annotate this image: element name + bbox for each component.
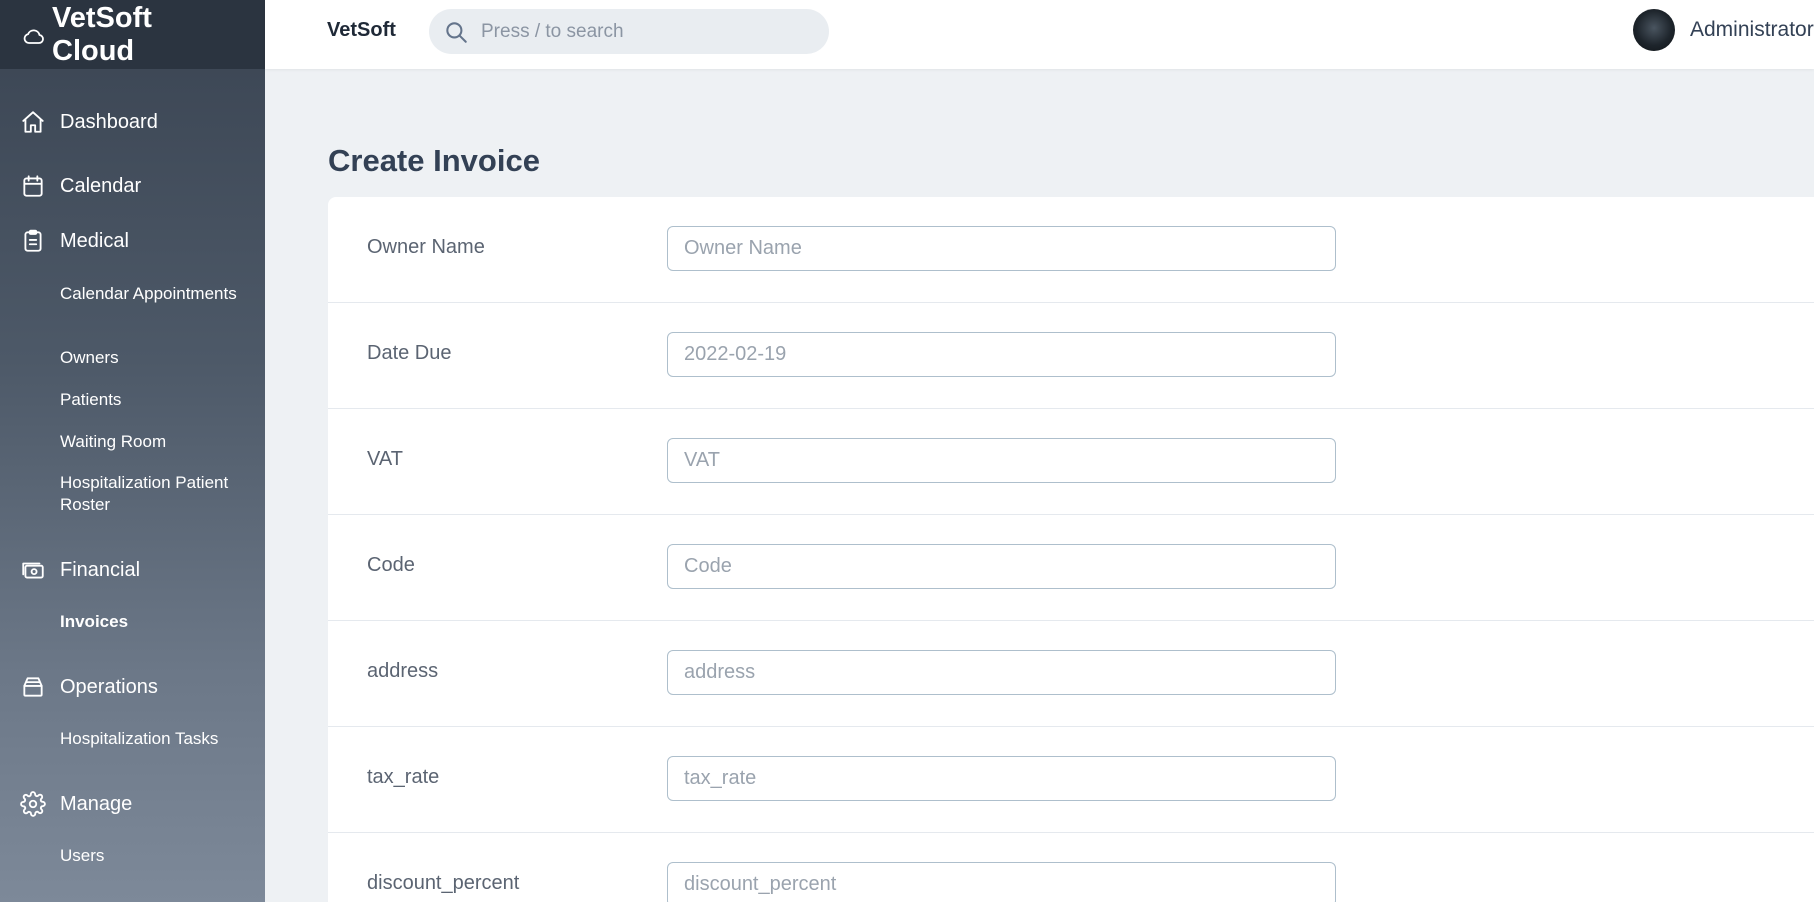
form-row-date-due: Date Due — [328, 303, 1814, 409]
code-input[interactable] — [667, 544, 1336, 589]
search-icon — [446, 21, 467, 43]
top-bar: VetSoft Administrator — [265, 0, 1814, 69]
field-label: Code — [367, 554, 415, 576]
field-label: address — [367, 660, 439, 682]
sidebar-item-users[interactable]: Users — [60, 845, 250, 867]
brand-name: VetSoft Cloud — [52, 1, 152, 67]
create-invoice-form: Owner Name Date Due VAT Code address tax… — [328, 197, 1814, 902]
sidebar-item-patients[interactable]: Patients — [60, 389, 250, 411]
sidebar-item-medical[interactable]: Medical — [0, 221, 265, 261]
sidebar: VetSoft Cloud Dashboard Calendar Medical… — [0, 0, 265, 902]
sidebar-item-label: Dashboard — [60, 110, 158, 133]
sidebar-item-hospitalization-patient-roster[interactable]: Hospitalization Patient Roster — [60, 472, 250, 516]
sidebar-item-calendar[interactable]: Calendar — [0, 166, 265, 206]
sidebar-item-label: Calendar — [60, 174, 142, 197]
discount-percent-input[interactable] — [667, 862, 1336, 902]
field-label: Date Due — [367, 342, 452, 364]
sidebar-item-label: Manage — [60, 792, 133, 815]
field-label: discount_percent — [367, 872, 520, 894]
owner-name-input[interactable] — [667, 226, 1336, 271]
user-name: Administrator — [1690, 18, 1814, 41]
sidebar-item-owners[interactable]: Owners — [60, 347, 250, 369]
clipboard-icon — [24, 229, 42, 252]
sidebar-item-waiting-room[interactable]: Waiting Room — [60, 431, 250, 453]
sidebar-item-calendar-appointments[interactable]: Calendar Appointments — [60, 283, 250, 305]
header-title[interactable]: VetSoft — [327, 19, 396, 42]
search-bar[interactable] — [429, 9, 829, 54]
search-input[interactable] — [481, 20, 811, 43]
sidebar-item-financial[interactable]: Financial — [0, 550, 265, 590]
gear-icon — [20, 791, 46, 817]
sidebar-item-hospitalization-tasks[interactable]: Hospitalization Tasks — [60, 728, 250, 750]
form-row-owner-name: Owner Name — [328, 197, 1814, 303]
form-row-vat: VAT — [328, 409, 1814, 515]
user-menu[interactable]: Administrator — [1633, 9, 1814, 51]
sidebar-item-invoices[interactable]: Invoices — [60, 611, 250, 633]
cloud-icon — [23, 28, 44, 44]
form-row-tax-rate: tax_rate — [328, 727, 1814, 833]
sidebar-item-label: Operations — [60, 675, 158, 698]
home-icon — [22, 111, 44, 133]
cash-icon — [22, 562, 44, 579]
calendar-icon — [23, 175, 43, 197]
sidebar-item-label: Financial — [60, 558, 141, 581]
sidebar-item-manage[interactable]: Manage — [0, 784, 265, 824]
brand[interactable]: VetSoft Cloud — [0, 0, 265, 69]
sidebar-item-operations[interactable]: Operations — [0, 667, 265, 707]
page-title: Create Invoice — [328, 143, 540, 178]
sidebar-item-dashboard[interactable]: Dashboard — [0, 102, 265, 142]
avatar[interactable] — [1633, 9, 1675, 51]
field-label: tax_rate — [367, 766, 440, 788]
vat-input[interactable] — [667, 438, 1336, 483]
field-label: VAT — [367, 448, 403, 470]
field-label: Owner Name — [367, 236, 485, 258]
address-input[interactable] — [667, 650, 1336, 695]
form-row-code: Code — [328, 515, 1814, 621]
tax-rate-input[interactable] — [667, 756, 1336, 801]
form-row-discount-percent: discount_percent — [328, 833, 1814, 902]
form-row-address: address — [328, 621, 1814, 727]
date-due-input[interactable] — [667, 332, 1336, 377]
sidebar-item-label: Medical — [60, 229, 129, 252]
inbox-icon — [23, 677, 43, 697]
